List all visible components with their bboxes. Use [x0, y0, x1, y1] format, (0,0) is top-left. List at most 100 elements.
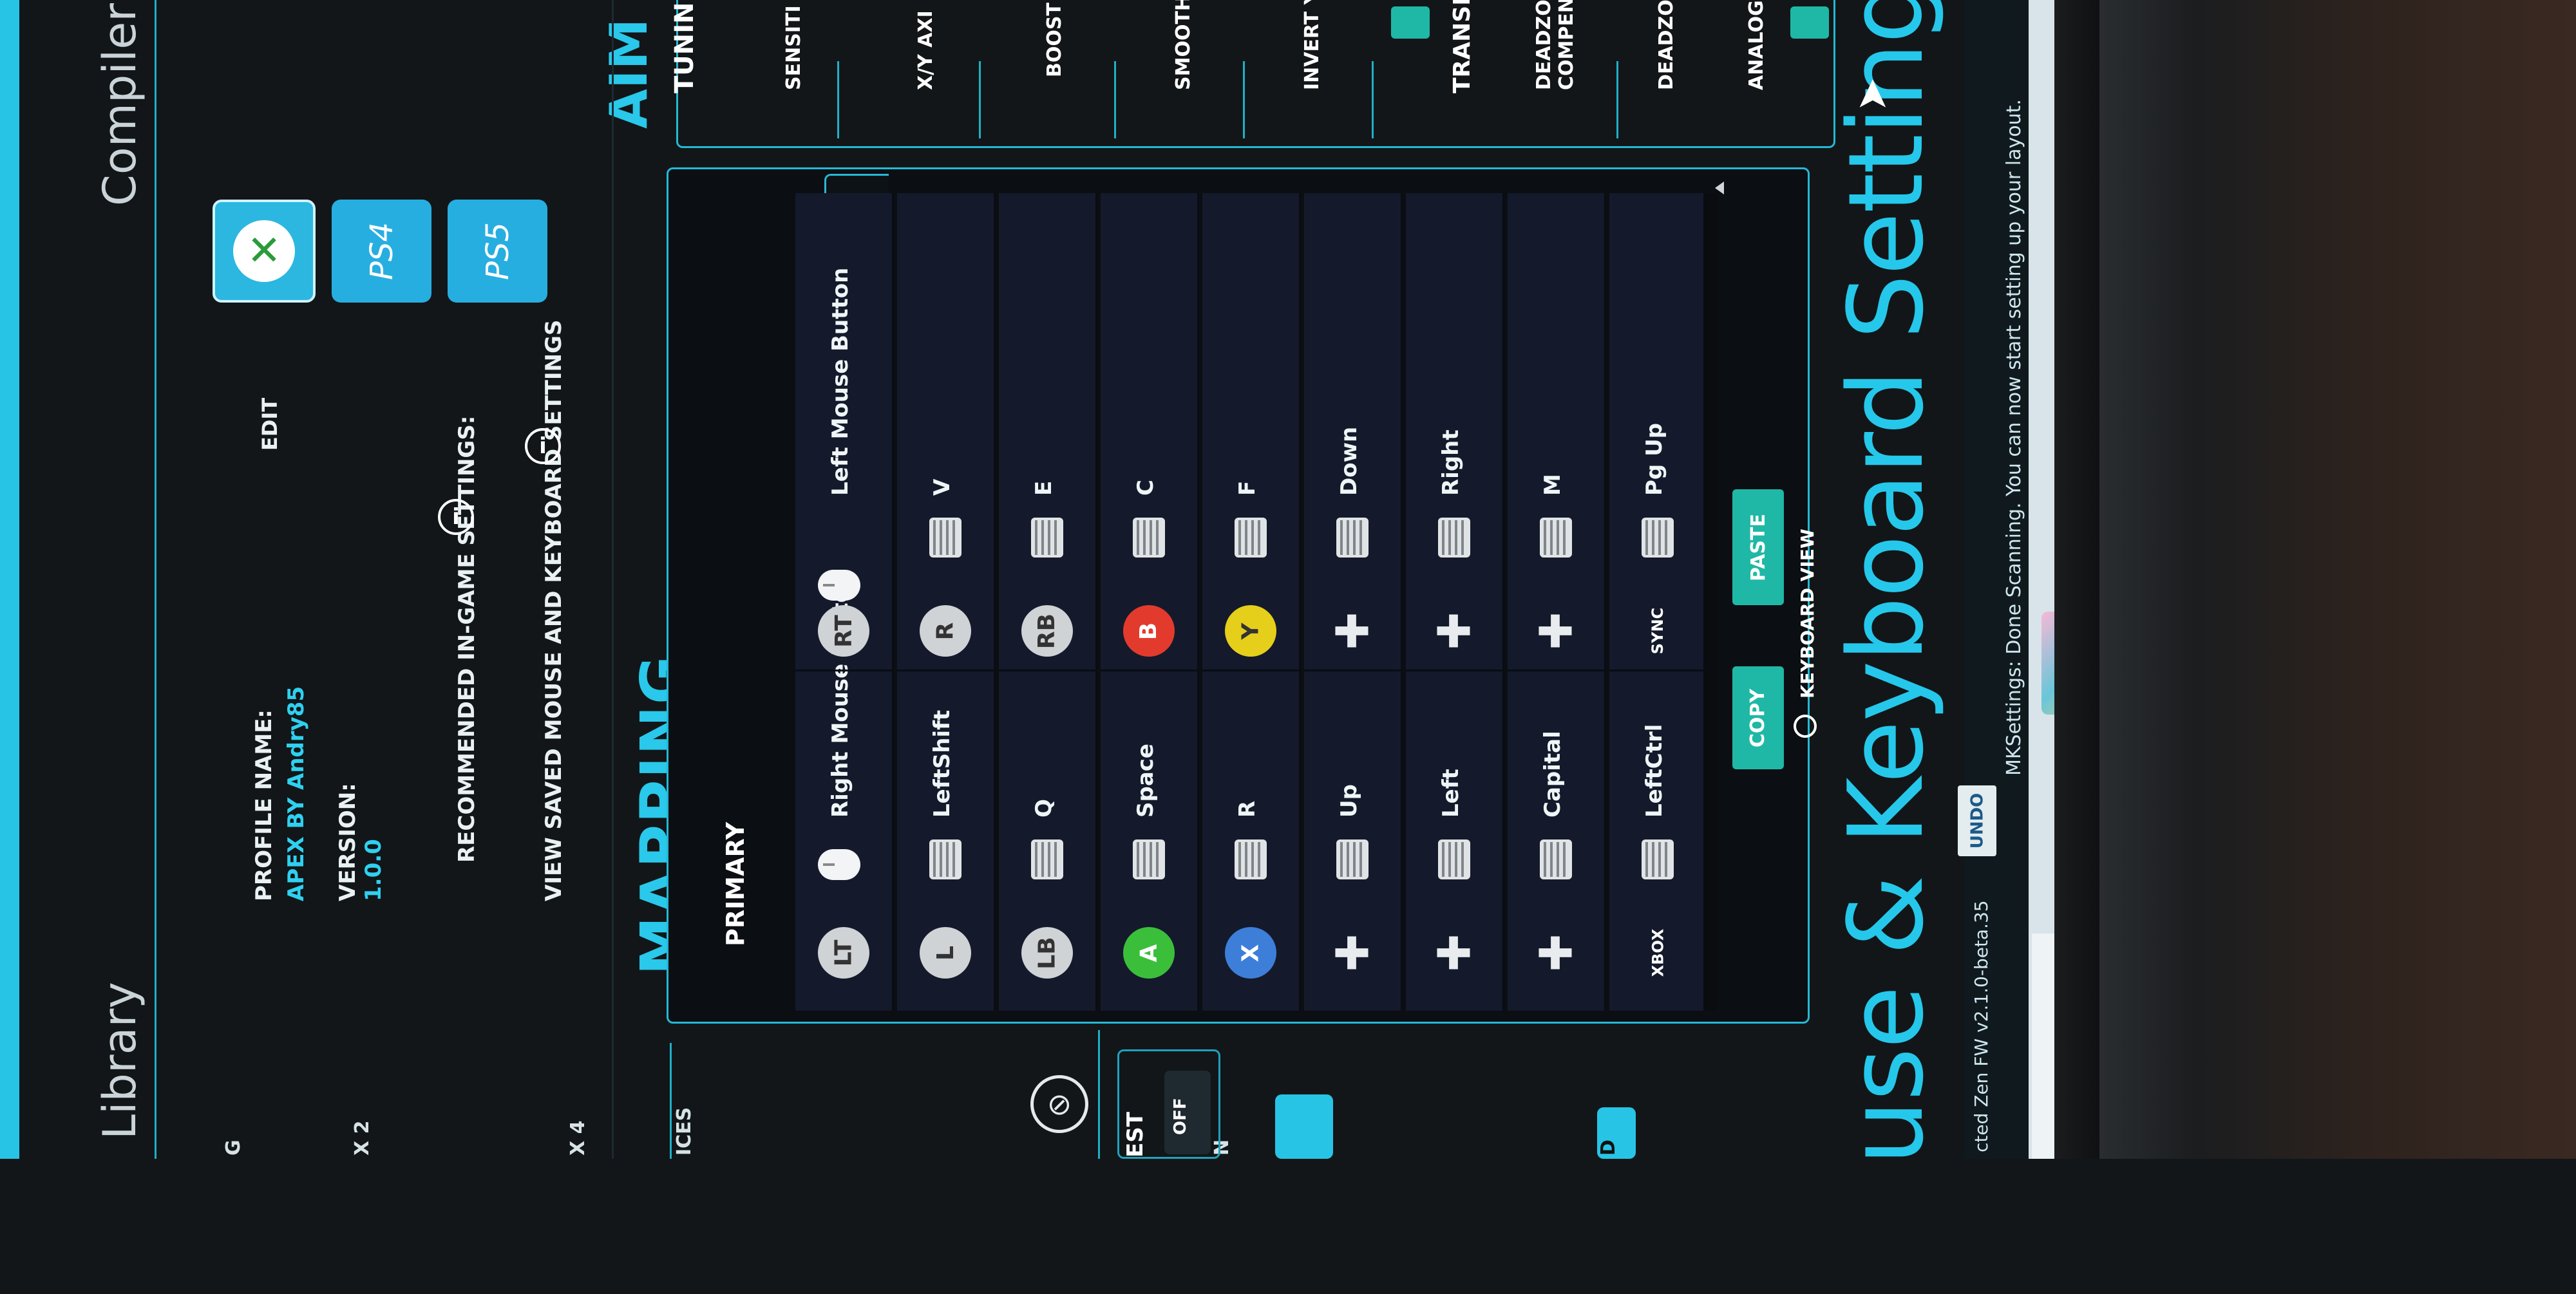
right-controller-button: RT: [818, 605, 869, 657]
controller-button-label: ✚: [1326, 933, 1379, 972]
controller-button-label: R: [932, 622, 959, 640]
mapping-frame: [667, 167, 1810, 1024]
right-controller-button: SYNC: [1632, 605, 1683, 657]
left-key-binding[interactable]: Right Mouse Button: [828, 572, 853, 818]
keyboard-view-radio[interactable]: [1794, 715, 1817, 738]
menu-fragment-photo[interactable]: LER TOOLS: [0, 1058, 21, 1159]
left-key-binding[interactable]: LeftCtrl: [1642, 724, 1667, 818]
left-controller-button: XBOX: [1632, 927, 1683, 979]
right-controller-button: Y: [1225, 605, 1276, 657]
row-divider: [1406, 670, 1502, 671]
keyboard-key-icon: [1031, 518, 1063, 558]
invert-toggle[interactable]: [1391, 6, 1430, 39]
strip-item-x4-photo[interactable]: X 4: [567, 1121, 589, 1156]
tuning-label: TUNIN: [670, 2, 699, 93]
left-key-binding[interactable]: Capital: [1540, 731, 1566, 818]
aim-slider-2[interactable]: [979, 61, 981, 138]
tab-controller-label: CONTROLLER: [842, 203, 871, 369]
left-key-binding[interactable]: Left: [1438, 769, 1464, 818]
strip-item-d-photo: D: [1597, 1139, 1620, 1156]
controller-button-label: X: [1237, 944, 1264, 962]
mapping-title-photo: MAPPING: [628, 654, 697, 975]
left-key-binding[interactable]: Up: [1336, 784, 1362, 818]
version-value-photo: 1.0.0: [361, 839, 386, 901]
left-controller-button: ✚: [1428, 927, 1481, 979]
tab-movement[interactable]: MOVEMENT: [824, 386, 889, 689]
controller-button-label: ✚: [1428, 612, 1481, 650]
analog-label: ANALOG ST: [1745, 0, 1768, 90]
view-saved-info-icon-photo[interactable]: i: [525, 428, 561, 464]
controller-button-label: Y: [1237, 622, 1264, 640]
strip-item-g-photo[interactable]: G: [222, 1139, 245, 1156]
tab-secondary[interactable]: SECONDARY: [824, 676, 889, 998]
controller-button-label: XBOX: [1648, 928, 1667, 977]
controller-button-label: LB: [1034, 936, 1061, 970]
undo-button[interactable]: UNDO: [1958, 785, 1996, 856]
row-divider: [1101, 670, 1197, 671]
tab-controller[interactable]: CONTROLLER: [824, 174, 889, 393]
right-key-binding[interactable]: Right: [1438, 429, 1464, 496]
left-key-binding[interactable]: LeftShift: [929, 710, 955, 818]
aim-slider-6[interactable]: [1616, 61, 1618, 138]
right-key-binding[interactable]: V: [929, 479, 955, 496]
mouse-icon: [818, 849, 860, 880]
right-key-binding[interactable]: E: [1031, 481, 1057, 496]
ps4-console-button-photo[interactable]: PS4: [332, 200, 431, 303]
controller-button-label: RB: [1034, 613, 1061, 649]
right-key-binding[interactable]: Down: [1336, 427, 1362, 496]
ps5-console-button-photo[interactable]: PS5: [448, 200, 547, 303]
mapping-row: X R Y F: [1202, 193, 1301, 1011]
left-key-binding[interactable]: R: [1235, 801, 1260, 818]
aim-slider-3[interactable]: [1114, 61, 1116, 138]
tab-secondary-label: SECONDARY: [842, 803, 871, 955]
controller-button-label: A: [1135, 944, 1162, 962]
left-controller-button: L: [920, 927, 971, 979]
aim-slider-1[interactable]: [837, 61, 839, 138]
strip-item-ices-photo[interactable]: ICES: [673, 1107, 696, 1156]
scroll-up-arrow[interactable]: [1715, 182, 1724, 194]
strip-line-2: [670, 1043, 672, 1159]
edit-button-photo[interactable]: EDIT: [258, 398, 282, 451]
right-key-binding[interactable]: C: [1133, 480, 1159, 496]
left-key-binding[interactable]: Space: [1133, 744, 1159, 818]
keyboard-key-icon: [1235, 518, 1267, 558]
status-message: MKSettings: Done Scanning. You can now s…: [2003, 99, 2025, 776]
est-off-label: OFF: [1171, 1098, 1190, 1135]
strip-tile-photo[interactable]: [1275, 1094, 1333, 1159]
strip-spacer: [193, 1159, 201, 1236]
sensitivity-label: SENSITI: [782, 5, 805, 90]
row-divider: [897, 670, 994, 671]
left-key-binding[interactable]: Q: [1031, 799, 1057, 818]
xbox-console-button-photo[interactable]: ✕: [213, 200, 316, 303]
mapping-scrollbar[interactable]: [1703, 193, 1718, 1011]
block-icon-photo[interactable]: ⊘: [1030, 1075, 1088, 1133]
controller-button-label: ✚: [1530, 933, 1582, 972]
mapping-row: LB Q RB E: [999, 193, 1097, 1011]
keyboard-key-icon: [1235, 839, 1267, 879]
compiler-title[interactable]: Compiler: [93, 3, 146, 206]
controller-button-label: SYNC: [1649, 607, 1667, 655]
strip-item-x2-photo[interactable]: X 2: [351, 1121, 374, 1156]
est-toggle-photo[interactable]: OFF: [1164, 1071, 1211, 1154]
aim-slider-5[interactable]: [1372, 61, 1374, 138]
tab-primary-label[interactable]: PRIMARY: [721, 822, 750, 946]
analog-toggle[interactable]: [1790, 6, 1829, 39]
ps4-label: PS4: [363, 222, 400, 280]
recommended-info-icon-photo[interactable]: i: [438, 499, 474, 535]
mapping-row: ✚ Up ✚ Down: [1304, 193, 1403, 1011]
library-title[interactable]: Library: [93, 982, 146, 1139]
strip-item-n-photo[interactable]: N: [1211, 1139, 1233, 1156]
right-key-binding[interactable]: Left Mouse Button: [828, 268, 853, 496]
paste-button[interactable]: PASTE: [1732, 489, 1784, 605]
profile-name-value-photo: APEX BY Andry85: [283, 686, 309, 901]
copy-button[interactable]: COPY: [1732, 666, 1784, 769]
aim-slider-4[interactable]: [1243, 61, 1245, 138]
right-key-binding[interactable]: M: [1540, 474, 1566, 496]
profile-name-caption-photo: PROFILE NAME:: [251, 709, 277, 901]
right-key-binding[interactable]: F: [1235, 481, 1260, 496]
keyboard-key-icon: [1031, 839, 1063, 879]
controller-button-label: ✚: [1428, 933, 1481, 972]
right-key-binding[interactable]: Pg Up: [1642, 423, 1667, 496]
invert-label: INVERT Y: [1301, 0, 1323, 90]
strip-tile-2[interactable]: [1597, 1107, 1636, 1159]
